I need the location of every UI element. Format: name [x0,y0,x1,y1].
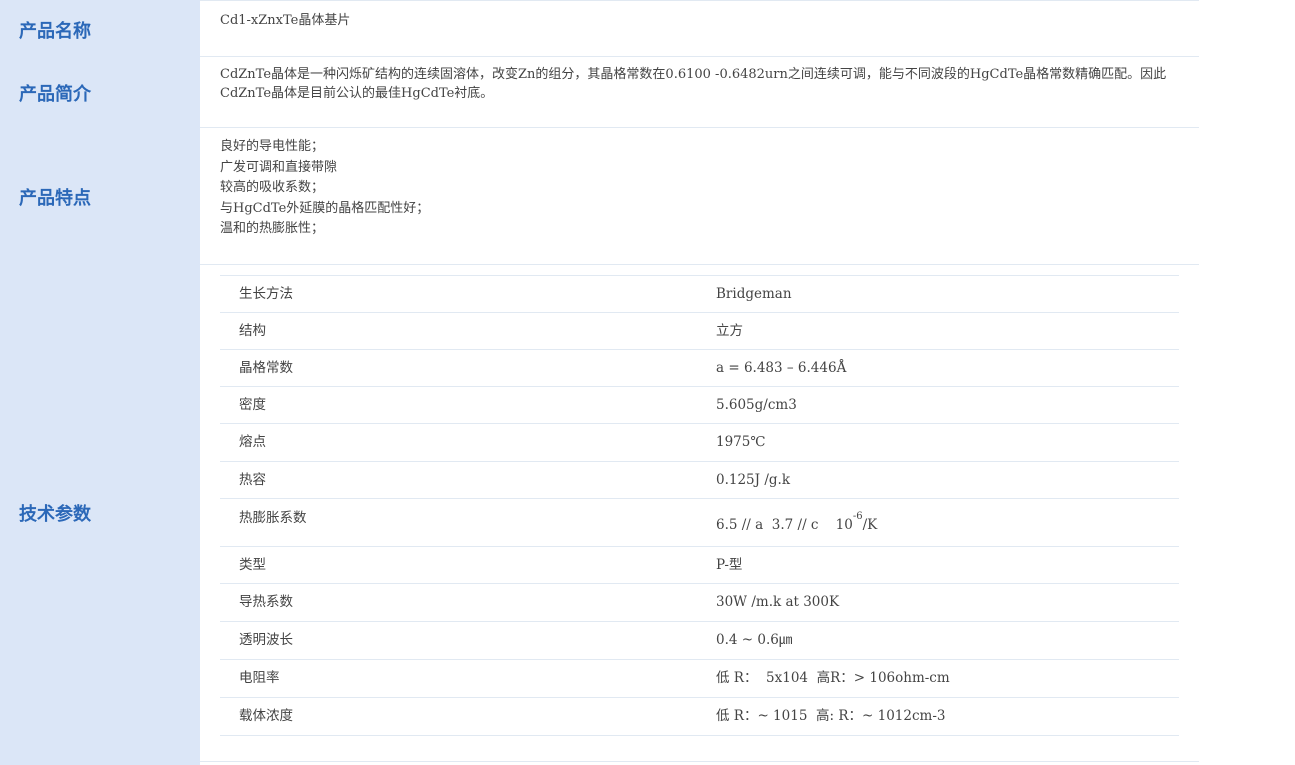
table-row: 类型 P-型 [220,546,1179,584]
label-cell: 产品名称 [0,0,200,56]
spec-value: 低 R： 5x104 高R：> 106ohm-cm [716,670,950,686]
table-row: 密度 5.605g/cm3 [220,386,1179,424]
spec-key: 透明波长 [239,632,293,648]
label-cell: 产品简介 [0,56,200,127]
content-cell: 良好的导电性能； 广发可调和直接带隙 较高的吸收系数； 与HgCdTe外延膜的晶… [200,127,1199,264]
spec-key: 类型 [239,556,266,573]
spec-value: 立方 [716,322,743,339]
table-row: 电阻率 低 R： 5x104 高R：> 106ohm-cm [220,659,1179,698]
table-row: 熔点 1975℃ [220,423,1179,462]
table-row: 热膨胀系数 6.5 // a 3.7 // c 10-6/K [220,498,1179,547]
spec-value: 0.4 ~ 0.6㎛ [716,632,793,648]
spec-value-exponent: -6 [852,511,863,522]
content-cell: CdZnTe晶体是一种闪烁矿结构的连续固溶体，改变Zn的组分，其晶格常数在0.6… [200,56,1199,127]
spec-key: 导热系数 [239,594,293,610]
spec-value: Bridgeman [716,285,792,302]
row-product-features: 产品特点 良好的导电性能； 广发可调和直接带隙 较高的吸收系数； 与HgCdTe… [0,127,1199,264]
label-cell: 技术参数 [0,264,200,765]
spec-key: 热膨胀系数 [239,510,307,526]
feature-item: 良好的导电性能； [220,139,325,154]
spec-value: a = 6.483 – 6.446Å [716,359,847,376]
feature-item: 与HgCdTe外延膜的晶格匹配性好； [220,200,430,216]
feature-item: 温和的热膨胀性； [220,221,325,236]
tech-specs-label: 技术参数 [19,504,91,525]
spec-value: 1975℃ [716,434,766,450]
spec-key: 生长方法 [239,285,293,302]
table-row: 热容 0.125J /g.k [220,461,1179,499]
features-list: 良好的导电性能； 广发可调和直接带隙 较高的吸收系数； 与HgCdTe外延膜的晶… [220,137,1181,240]
row-tech-specs: 技术参数 生长方法 Bridgeman 结构 立方 晶格常数 a = 6.483… [0,264,1199,765]
product-intro-label: 产品简介 [19,84,91,105]
table-row: 透明波长 0.4 ~ 0.6㎛ [220,621,1179,660]
bottom-divider [200,761,1199,762]
spec-value: 30W /m.k at 300K [716,594,840,610]
spec-value: 6.5 // a 3.7 // c 10-6/K [716,499,1179,547]
spec-key: 热容 [239,471,266,488]
spec-key: 电阻率 [239,670,280,686]
feature-item: 较高的吸收系数； [220,180,325,195]
spec-key: 载体浓度 [239,708,293,724]
spec-value: 5.605g/cm3 [716,396,797,413]
product-name-value: Cd1-xZnxTe晶体基片 [220,13,351,28]
spec-value: P-型 [716,556,743,573]
product-name-label: 产品名称 [19,21,91,42]
spec-value-unit: /K [862,517,878,533]
table-row: 载体浓度 低 R：~ 1015 高: R：~ 1012cm-3 [220,697,1179,736]
spec-value: 0.125J /g.k [716,471,791,488]
spec-table: 生长方法 Bridgeman 结构 立方 晶格常数 a = 6.483 – 6.… [220,275,1179,736]
spec-key: 密度 [239,396,266,413]
feature-item: 广发可调和直接带隙 [220,159,338,175]
row-product-intro: 产品简介 CdZnTe晶体是一种闪烁矿结构的连续固溶体，改变Zn的组分，其晶格常… [0,56,1199,127]
spec-key: 熔点 [239,434,266,450]
content-cell: Cd1-xZnxTe晶体基片 [200,0,1199,56]
table-row: 结构 立方 [220,312,1179,350]
product-intro-value: CdZnTe晶体是一种闪烁矿结构的连续固溶体，改变Zn的组分，其晶格常数在0.6… [220,67,1167,101]
row-product-name: 产品名称 Cd1-xZnxTe晶体基片 [0,0,1199,56]
table-row: 导热系数 30W /m.k at 300K [220,583,1179,622]
table-row: 晶格常数 a = 6.483 – 6.446Å [220,349,1179,387]
product-features-label: 产品特点 [19,188,91,209]
spec-key: 晶格常数 [239,359,293,376]
spec-value: 低 R：~ 1015 高: R：~ 1012cm-3 [716,708,946,724]
spec-value-base: 6.5 // a 3.7 // c 10 [716,517,853,533]
label-cell: 产品特点 [0,127,200,264]
content-cell: 生长方法 Bridgeman 结构 立方 晶格常数 a = 6.483 – 6.… [200,264,1199,765]
spec-key: 结构 [239,322,266,339]
table-row: 生长方法 Bridgeman [220,275,1179,313]
product-detail-sheet: 产品名称 Cd1-xZnxTe晶体基片 产品简介 CdZnTe晶体是一种闪烁矿结… [0,0,1295,765]
